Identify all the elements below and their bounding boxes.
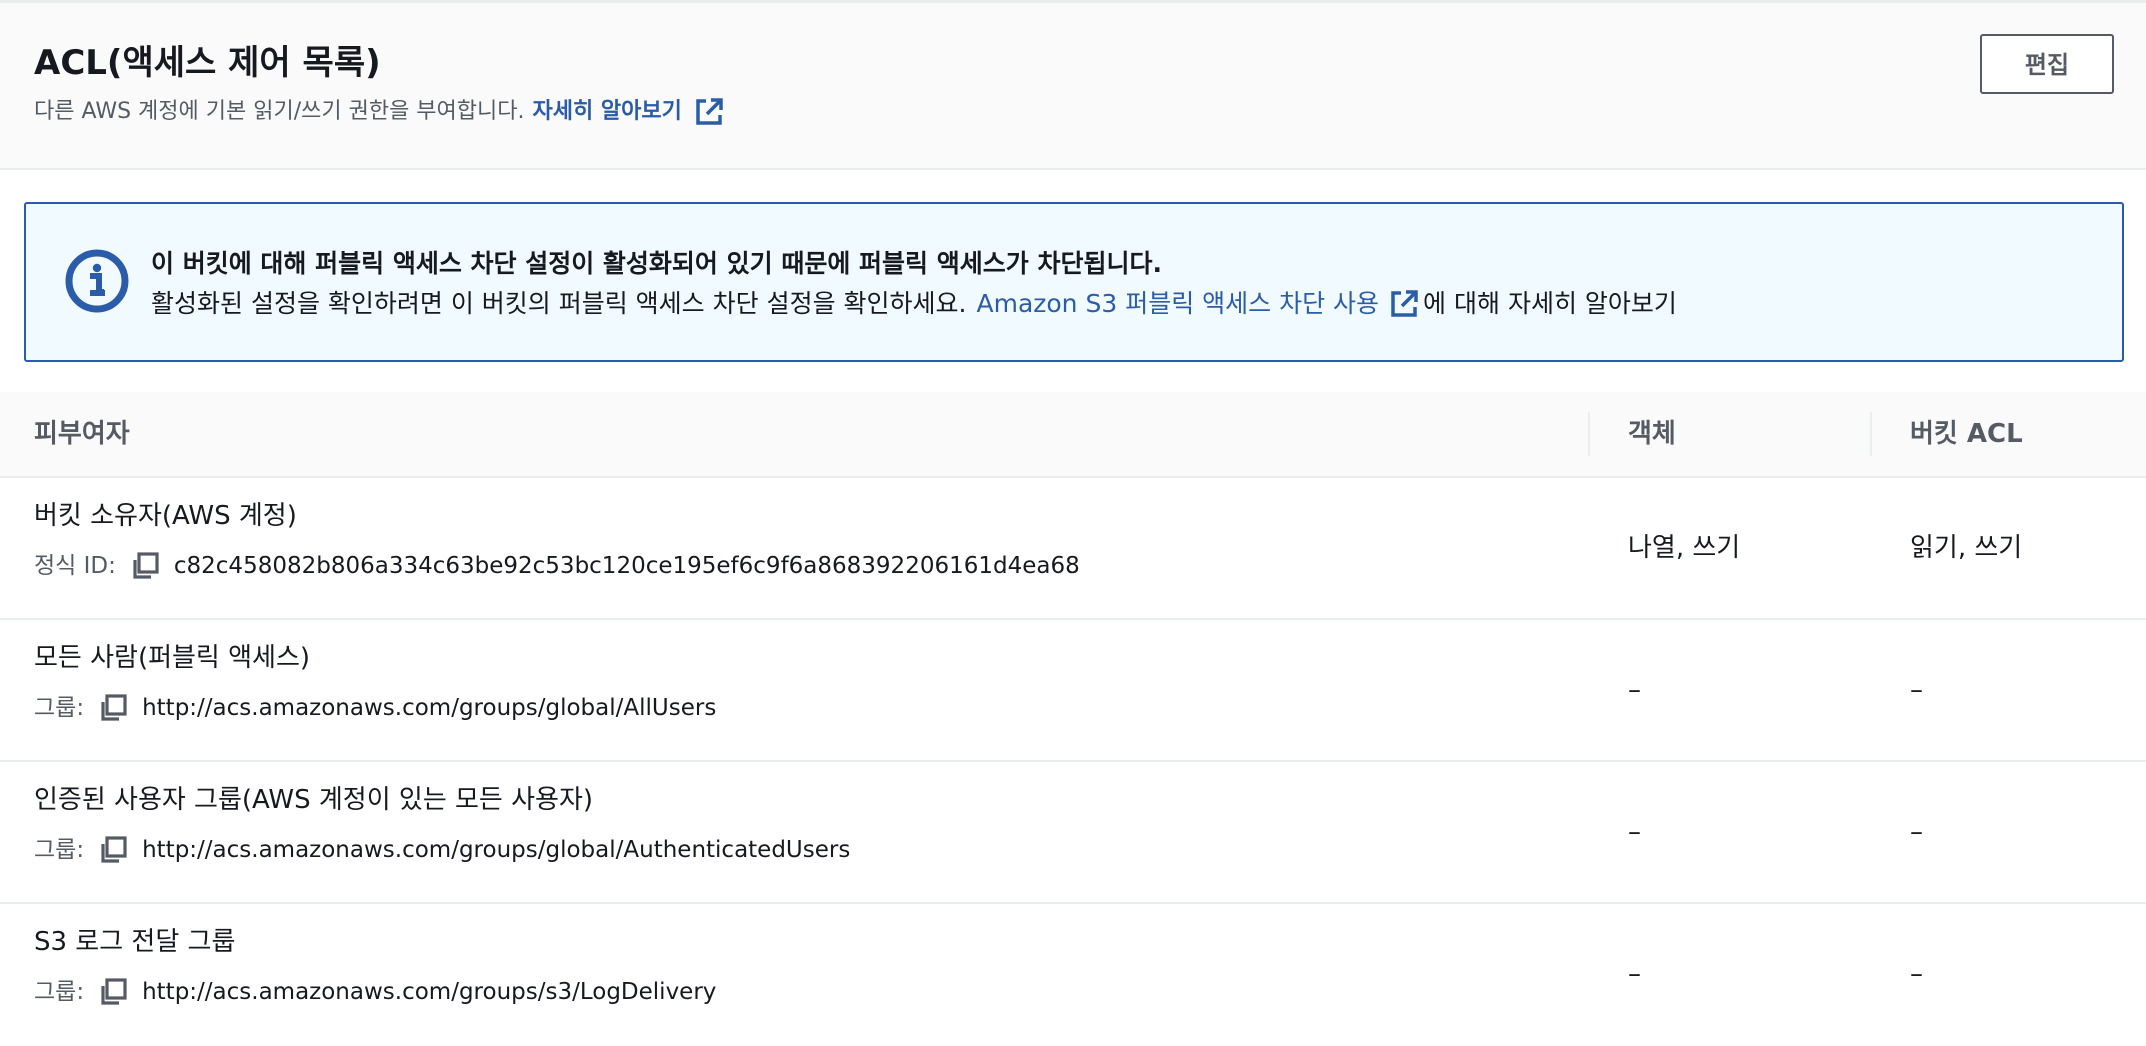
- bucket-acl-permission: 읽기, 쓰기: [1910, 533, 2023, 563]
- page-description: 다른 AWS 계정에 기본 읽기/쓰기 권한을 부여합니다. 자세히 알아보기: [34, 95, 724, 129]
- bucket-acl-permission: –: [1910, 817, 1923, 847]
- copy-icon[interactable]: [130, 551, 160, 581]
- identifier-label: 정식 ID:: [34, 553, 116, 579]
- column-divider[interactable]: [1870, 412, 1872, 456]
- grantee-identifier: 정식 ID: c82c458082b806a334c63be92c53bc120…: [34, 548, 1080, 584]
- column-header-bucket-acl: 버킷 ACL: [1910, 419, 2023, 449]
- external-link-icon[interactable]: [1389, 289, 1419, 319]
- bucket-acl-permission: –: [1910, 675, 1923, 705]
- table-row: 버킷 소유자(AWS 계정) 정식 ID: c82c458082b806a334…: [0, 478, 2146, 620]
- block-public-access-link[interactable]: Amazon S3 퍼블릭 액세스 차단 사용: [976, 286, 1379, 322]
- description-text: 다른 AWS 계정에 기본 읽기/쓰기 권한을 부여합니다.: [34, 99, 525, 124]
- identifier-value: http://acs.amazonaws.com/groups/s3/LogDe…: [142, 979, 717, 1005]
- object-permission: –: [1628, 817, 1641, 847]
- grantee-identifier: 그룹: http://acs.amazonaws.com/groups/s3/L…: [34, 974, 716, 1010]
- copy-icon[interactable]: [98, 693, 128, 723]
- alert-title: 이 버킷에 대해 퍼블릭 액세스 차단 설정이 활성화되어 있기 때문에 퍼블릭…: [151, 249, 1162, 278]
- acl-header: ACL(액세스 제어 목록) 다른 AWS 계정에 기본 읽기/쓰기 권한을 부…: [0, 0, 2146, 170]
- column-header-grantee: 피부여자: [34, 419, 130, 449]
- identifier-label: 그룹:: [34, 837, 85, 863]
- grantee-identifier: 그룹: http://acs.amazonaws.com/groups/glob…: [34, 832, 850, 868]
- table-row: 인증된 사용자 그룹(AWS 계정이 있는 모든 사용자) 그룹: http:/…: [0, 762, 2146, 904]
- column-header-object: 객체: [1628, 419, 1676, 449]
- alert-suffix-text: 에 대해 자세히 알아보기: [1423, 289, 1677, 318]
- grantee-name: 버킷 소유자(AWS 계정): [34, 501, 297, 531]
- grantee-identifier: 그룹: http://acs.amazonaws.com/groups/glob…: [34, 690, 716, 726]
- copy-icon[interactable]: [98, 977, 128, 1007]
- identifier-value: http://acs.amazonaws.com/groups/global/A…: [142, 695, 717, 721]
- object-permission: –: [1628, 959, 1641, 989]
- bucket-acl-permission: –: [1910, 959, 1923, 989]
- grantee-name: 모든 사람(퍼블릭 액세스): [34, 643, 311, 673]
- column-divider[interactable]: [1588, 412, 1590, 456]
- grantee-name: 인증된 사용자 그룹(AWS 계정이 있는 모든 사용자): [34, 785, 594, 815]
- table-row: S3 로그 전달 그룹 그룹: http://acs.amazonaws.com…: [0, 904, 2146, 1046]
- table-row: 모든 사람(퍼블릭 액세스) 그룹: http://acs.amazonaws.…: [0, 620, 2146, 762]
- learn-more-link[interactable]: 자세히 알아보기: [533, 95, 682, 129]
- edit-button[interactable]: 편집: [1980, 34, 2114, 94]
- identifier-value: http://acs.amazonaws.com/groups/global/A…: [142, 837, 851, 863]
- alert-body: 활성화된 설정을 확인하려면 이 버킷의 퍼블릭 액세스 차단 설정을 확인하세…: [151, 286, 1677, 322]
- object-permission: –: [1628, 675, 1641, 705]
- identifier-label: 그룹:: [34, 979, 85, 1005]
- info-icon: [64, 248, 130, 314]
- info-alert: 이 버킷에 대해 퍼블릭 액세스 차단 설정이 활성화되어 있기 때문에 퍼블릭…: [24, 202, 2124, 362]
- identifier-label: 그룹:: [34, 695, 85, 721]
- acl-page: ACL(액세스 제어 목록) 다른 AWS 계정에 기본 읽기/쓰기 권한을 부…: [0, 0, 2146, 1040]
- external-link-icon[interactable]: [694, 97, 724, 127]
- alert-body-text: 활성화된 설정을 확인하려면 이 버킷의 퍼블릭 액세스 차단 설정을 확인하세…: [151, 289, 967, 318]
- acl-table-header: 피부여자 객체 버킷 ACL: [0, 392, 2146, 478]
- page-title: ACL(액세스 제어 목록): [34, 43, 381, 83]
- object-permission: 나열, 쓰기: [1628, 533, 1741, 563]
- copy-icon[interactable]: [98, 835, 128, 865]
- identifier-value: c82c458082b806a334c63be92c53bc120ce195ef…: [173, 553, 1080, 579]
- grantee-name: S3 로그 전달 그룹: [34, 927, 236, 957]
